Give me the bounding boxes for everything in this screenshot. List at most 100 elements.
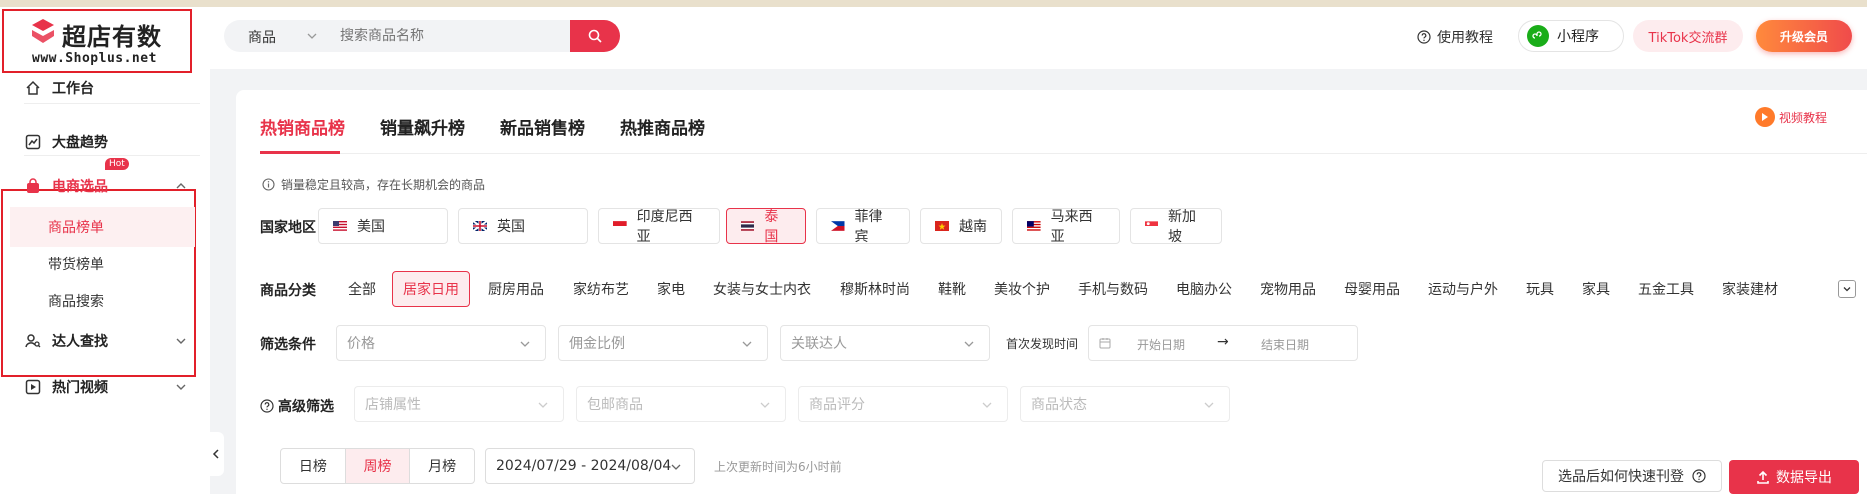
category-option[interactable]: 全部 — [348, 271, 376, 307]
product-rating-select[interactable]: 商品评分 — [798, 386, 1008, 422]
brand-logo[interactable]: 超店有数 www.Shoplus.net — [2, 9, 192, 73]
ranking-tabs: 热销商品榜 销量飙升榜 新品销售榜 热推商品榜 — [260, 90, 1867, 154]
country-option-vn[interactable]: 越南 — [920, 208, 1002, 244]
category-option[interactable]: 穆斯林时尚 — [840, 271, 910, 307]
video-tutorial-label: 视频教程 — [1779, 110, 1828, 125]
mini-program-label: 小程序 — [1557, 29, 1599, 45]
category-option-active[interactable]: 居家日用 — [392, 271, 470, 307]
tab-new-products[interactable]: 新品销售榜 — [500, 114, 585, 139]
country-option-uk[interactable]: 英国 — [458, 208, 588, 244]
date-end-input[interactable]: 结束日期 — [1261, 336, 1309, 353]
video-tutorial-link[interactable]: 视频教程 — [1755, 107, 1827, 127]
country-option-id[interactable]: 印度尼西亚 — [598, 208, 720, 245]
category-option[interactable]: 五金工具 — [1638, 271, 1694, 307]
commission-select[interactable]: 佣金比例 — [558, 325, 768, 361]
search-bar: 商品 — [224, 20, 620, 52]
period-option-monthly[interactable]: 月榜 — [410, 449, 474, 483]
category-option[interactable]: 厨房用品 — [488, 271, 544, 307]
sidebar-item-market-trend[interactable]: 大盘趋势 — [0, 122, 200, 162]
country-option-sg[interactable]: 新加坡 — [1130, 208, 1222, 245]
country-label: 美国 — [357, 219, 385, 235]
store-attribute-select[interactable]: 店铺属性 — [354, 386, 564, 422]
sidebar-item-label: 热门视频 — [52, 380, 108, 396]
tab-hot-selling[interactable]: 热销商品榜 — [260, 114, 345, 139]
search-input[interactable] — [340, 26, 540, 46]
category-row-label: 商品分类 — [260, 283, 316, 299]
date-range-picker[interactable]: 开始日期 → 结束日期 — [1088, 325, 1358, 361]
select-value: 佣金比例 — [569, 336, 625, 352]
mini-program-button[interactable]: 小程序 — [1518, 20, 1624, 52]
category-option[interactable]: 家纺布艺 — [573, 271, 629, 307]
category-expand-toggle[interactable] — [1838, 280, 1856, 298]
date-range-select[interactable]: 2024/07/29 - 2024/08/04 — [485, 448, 695, 484]
ph-flag-icon — [831, 221, 845, 231]
category-option[interactable]: 宠物用品 — [1260, 271, 1316, 307]
data-export-button[interactable]: 数据导出 — [1729, 460, 1859, 494]
uk-flag-icon — [473, 221, 487, 231]
select-value: 商品评分 — [809, 397, 865, 413]
sidebar-item-workbench[interactable]: 工作台 — [0, 68, 200, 108]
country-label: 马来西亚 — [1050, 209, 1093, 245]
date-start-input[interactable]: 开始日期 — [1137, 336, 1185, 353]
category-option[interactable]: 玩具 — [1526, 271, 1554, 307]
tab-sales-surge[interactable]: 销量飙升榜 — [380, 114, 465, 139]
free-shipping-select[interactable]: 包邮商品 — [576, 386, 786, 422]
search-category-select[interactable]: 商品 — [248, 27, 276, 47]
category-option[interactable]: 电脑办公 — [1176, 271, 1232, 307]
product-status-select[interactable]: 商品状态 — [1020, 386, 1230, 422]
sidebar-item-label: 达人查找 — [52, 334, 108, 350]
trend-chart-icon — [24, 133, 42, 151]
tiktok-group-button[interactable]: TikTok交流群 — [1633, 20, 1743, 52]
sidebar-item-ecommerce-selection[interactable]: 电商选品 Hot — [0, 158, 200, 206]
advanced-filter-text: 高级筛选 — [278, 399, 334, 415]
sidebar-collapse-toggle[interactable] — [208, 432, 224, 476]
category-option[interactable]: 家具 — [1582, 271, 1610, 307]
question-circle-icon — [1417, 30, 1431, 44]
select-value: 商品状态 — [1031, 397, 1087, 413]
chevron-down-icon — [760, 402, 770, 408]
date-range-value: 2024/07/29 - 2024/08/04 — [496, 458, 672, 474]
country-option-th[interactable]: 泰国 — [726, 208, 806, 245]
last-updated-text: 上次更新时间为6小时前 — [714, 460, 842, 474]
category-option[interactable]: 运动与户外 — [1428, 271, 1498, 307]
chevron-up-icon[interactable] — [174, 179, 188, 193]
price-select[interactable]: 价格 — [336, 325, 546, 361]
category-option[interactable]: 鞋靴 — [938, 271, 966, 307]
hot-badge: Hot — [105, 158, 129, 170]
sidebar-subitem-product-search[interactable]: 商品搜索 — [10, 281, 195, 321]
category-option[interactable]: 手机与数码 — [1078, 271, 1148, 307]
sidebar-subitem-sales-ranking[interactable]: 带货榜单 — [10, 244, 195, 284]
category-option[interactable]: 家装建材 — [1722, 271, 1778, 307]
country-label: 英国 — [497, 219, 525, 235]
country-option-us[interactable]: 美国 — [318, 208, 448, 244]
chevron-down-icon[interactable] — [306, 30, 318, 42]
sidebar-subitem-product-ranking[interactable]: 商品榜单 — [10, 207, 195, 247]
period-option-daily[interactable]: 日榜 — [281, 449, 346, 483]
sidebar-item-hot-videos[interactable]: 热门视频 — [0, 367, 200, 407]
chevron-down-icon[interactable] — [174, 380, 188, 394]
country-label: 菲律宾 — [854, 209, 883, 245]
howto-list-button[interactable]: 选品后如何快速刊登 — [1542, 460, 1722, 492]
upgrade-membership-button[interactable]: 升级会员 — [1756, 20, 1852, 52]
tab-hot-promoted[interactable]: 热推商品榜 — [620, 114, 705, 139]
country-option-ph[interactable]: 菲律宾 — [816, 208, 910, 245]
chevron-down-icon — [671, 464, 681, 470]
help-tutorial-link[interactable]: 使用教程 — [1417, 27, 1493, 47]
search-button[interactable] — [570, 20, 620, 52]
country-option-my[interactable]: 马来西亚 — [1012, 208, 1120, 245]
country-label: 印度尼西亚 — [636, 209, 693, 245]
play-icon — [1755, 107, 1775, 127]
category-option[interactable]: 母婴用品 — [1344, 271, 1400, 307]
id-flag-icon — [613, 221, 627, 231]
sidebar: 超店有数 www.Shoplus.net 工作台 大盘趋势 电商选品 Hot 商… — [0, 7, 210, 494]
sidebar-item-influencer-search[interactable]: 达人查找 — [0, 321, 200, 361]
category-option[interactable]: 女装与女士内衣 — [713, 271, 811, 307]
category-option[interactable]: 美妆个护 — [994, 271, 1050, 307]
influencer-select[interactable]: 关联达人 — [780, 325, 990, 361]
period-option-weekly[interactable]: 周榜 — [345, 449, 411, 483]
chevron-down-icon — [1204, 402, 1214, 408]
chevron-down-icon[interactable] — [174, 334, 188, 348]
category-option[interactable]: 家电 — [657, 271, 685, 307]
vn-flag-icon — [935, 221, 949, 231]
active-tab-indicator — [260, 151, 340, 154]
